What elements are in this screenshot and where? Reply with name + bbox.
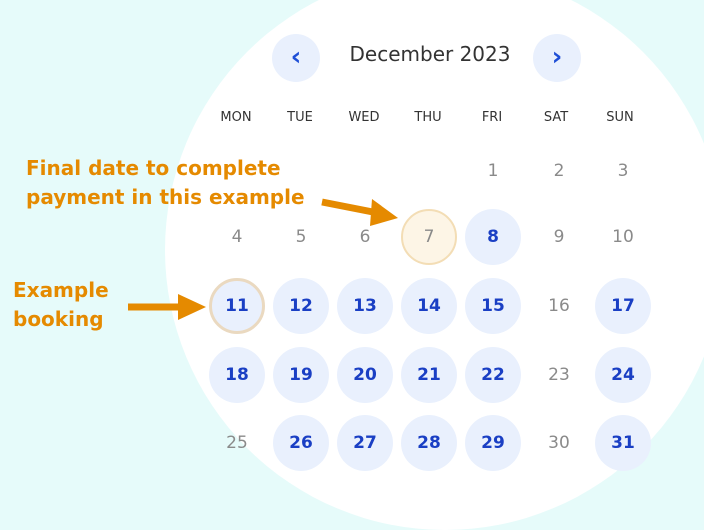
day-19[interactable]: 19 <box>273 347 329 403</box>
weekday-sat: SAT <box>543 110 569 125</box>
booking-annotation-line1: Example <box>13 278 109 302</box>
weekday-wed: WED <box>348 110 380 125</box>
day-28[interactable]: 28 <box>401 415 457 471</box>
day-4: 4 <box>231 227 243 247</box>
day-23: 23 <box>548 365 570 385</box>
final-date-annotation: Final date to complete payment in this e… <box>26 154 305 212</box>
weekday-sun: SUN <box>606 110 634 125</box>
day-30: 30 <box>548 433 570 453</box>
day-2: 2 <box>553 161 565 181</box>
day-8[interactable]: 8 <box>465 209 521 265</box>
day-7-final-payment: 7 <box>401 209 457 265</box>
chevron-left-icon: ‹ <box>290 42 302 72</box>
day-29[interactable]: 29 <box>465 415 521 471</box>
next-month-button[interactable]: › <box>533 34 581 82</box>
day-10: 10 <box>612 227 634 247</box>
day-27[interactable]: 27 <box>337 415 393 471</box>
day-25: 25 <box>226 433 248 453</box>
weekday-tue: TUE <box>287 110 313 125</box>
day-3: 3 <box>617 161 629 181</box>
prev-month-button[interactable]: ‹ <box>272 34 320 82</box>
chevron-right-icon: › <box>551 42 563 72</box>
day-18[interactable]: 18 <box>209 347 265 403</box>
day-26[interactable]: 26 <box>273 415 329 471</box>
day-24[interactable]: 24 <box>595 347 651 403</box>
final-date-arrow <box>321 198 398 226</box>
month-title: December 2023 <box>349 42 511 66</box>
booking-annotation: Example booking <box>13 276 109 334</box>
day-14[interactable]: 14 <box>401 278 457 334</box>
day-9: 9 <box>553 227 565 247</box>
day-31[interactable]: 31 <box>595 415 651 471</box>
day-22[interactable]: 22 <box>465 347 521 403</box>
day-17[interactable]: 17 <box>595 278 651 334</box>
day-21[interactable]: 21 <box>401 347 457 403</box>
final-date-annotation-line2: payment in this example <box>26 185 305 209</box>
weekday-thu: THU <box>414 110 442 125</box>
booking-annotation-line2: booking <box>13 307 104 331</box>
weekday-mon: MON <box>220 110 252 125</box>
day-15[interactable]: 15 <box>465 278 521 334</box>
booking-arrow <box>128 294 206 320</box>
day-1: 1 <box>487 161 499 181</box>
weekday-fri: FRI <box>481 110 503 125</box>
day-13[interactable]: 13 <box>337 278 393 334</box>
final-date-annotation-line1: Final date to complete <box>26 156 281 180</box>
day-11-booking[interactable]: 11 <box>209 278 265 334</box>
day-12[interactable]: 12 <box>273 278 329 334</box>
day-16: 16 <box>548 296 570 316</box>
day-20[interactable]: 20 <box>337 347 393 403</box>
